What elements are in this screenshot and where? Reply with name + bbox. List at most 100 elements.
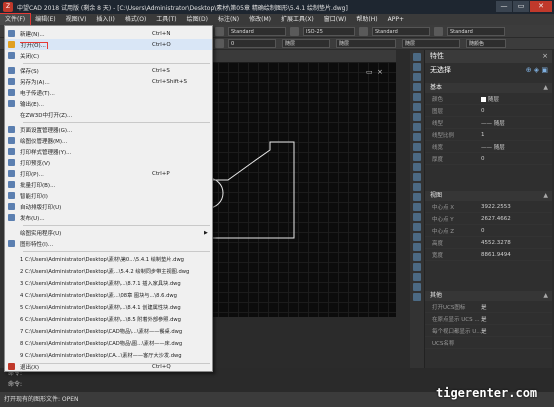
prop-row-ucs-icon[interactable]: 打开UCS图标 是: [425, 301, 552, 313]
menu-item-print-preview[interactable]: 打印预览(V): [5, 157, 212, 168]
break-icon[interactable]: [413, 183, 421, 191]
prop-row-center-y[interactable]: 中心点 Y 2627.4662: [425, 213, 552, 225]
multileader-style-icon[interactable]: [434, 26, 443, 36]
menu-help[interactable]: 帮助(H): [351, 14, 382, 25]
menu-file[interactable]: 文件(F): [0, 13, 32, 26]
join-icon[interactable]: [413, 193, 421, 201]
recent-file-item[interactable]: 1 C:\Users\Administrator\Desktop\素材\第0..…: [5, 254, 212, 265]
recent-file-item[interactable]: 2 C:\Users\Administrator\Desktop\素...\5.…: [5, 266, 212, 277]
maximize-button[interactable]: ▭: [513, 1, 529, 12]
layer-icon[interactable]: [413, 63, 421, 71]
multileader-style-dropdown[interactable]: Standard: [447, 26, 505, 36]
menu-item-publish[interactable]: 发布(U)...: [5, 212, 212, 223]
menu-item-etransmit[interactable]: 电子传递(T)...: [5, 87, 212, 98]
menu-modify[interactable]: 修改(M): [244, 14, 276, 25]
menu-view[interactable]: 视图(V): [61, 14, 92, 25]
menu-item-open-in-zw3d[interactable]: 在ZW3D中打开(Z)...: [5, 109, 212, 120]
chamfer-icon[interactable]: [413, 203, 421, 211]
dim-style-dropdown[interactable]: ISO-25: [303, 26, 355, 36]
trim-icon[interactable]: [413, 163, 421, 171]
plotstyle-dropdown[interactable]: 随颜色: [466, 39, 506, 48]
prop-row-width[interactable]: 宽度 8861.9494: [425, 249, 552, 261]
prop-row-color[interactable]: 颜色 随层: [425, 93, 552, 105]
quick-select-icon[interactable]: ⊕ ◈ ▣: [526, 63, 548, 77]
menu-item-batch-print[interactable]: 批量打印(B)...: [5, 179, 212, 190]
move-icon[interactable]: [413, 123, 421, 131]
linetype-dropdown[interactable]: 随层: [336, 39, 396, 48]
close-drawing-icon[interactable]: ×: [377, 69, 384, 76]
section-misc[interactable]: 其他 ▲: [425, 291, 552, 301]
stretch-icon[interactable]: [413, 153, 421, 161]
recent-file-item[interactable]: 8 C:\Users\Administrator\Desktop\CAD物品\图…: [5, 338, 212, 349]
copy-icon[interactable]: [413, 83, 421, 91]
mirror-icon[interactable]: [413, 93, 421, 101]
close-button[interactable]: ✕: [530, 1, 552, 12]
menu-item-auto-layout-print[interactable]: 自动排版打印(U): [5, 201, 212, 212]
menu-dimension[interactable]: 标注(N): [213, 14, 244, 25]
menu-item-print[interactable]: 打印(P)... Ctrl+P: [5, 168, 212, 179]
prop-row-center-z[interactable]: 中心点 Z 0: [425, 225, 552, 237]
minimize-button[interactable]: —: [496, 1, 512, 12]
menu-item-new[interactable]: 新建(N)... Ctrl+N: [5, 28, 212, 39]
layer-manager-icon[interactable]: [215, 39, 224, 48]
menu-item-save[interactable]: 保存(S) Ctrl+S: [5, 65, 212, 76]
layer-dropdown[interactable]: 0: [228, 39, 276, 48]
pencil-icon[interactable]: [413, 53, 421, 61]
menu-item-plotter-manager[interactable]: 绘图仪管理器(M)...: [5, 135, 212, 146]
menu-item-open[interactable]: 打开(O)... Ctrl+O: [5, 39, 212, 50]
dimension-icon[interactable]: [413, 253, 421, 261]
match-properties-icon[interactable]: [413, 243, 421, 251]
text-style-dropdown[interactable]: Standard: [228, 26, 286, 36]
recent-file-item[interactable]: 9 C:\Users\Administrator\Desktop\CA...\素…: [5, 350, 212, 361]
prop-row-linetype-scale[interactable]: 线型比例 1: [425, 129, 552, 141]
block-icon[interactable]: [413, 283, 421, 291]
section-view[interactable]: 视图 ▲: [425, 191, 552, 201]
prop-row-ucs-per-viewport[interactable]: 每个视口都显示 U... 是: [425, 325, 552, 337]
text-icon[interactable]: [413, 263, 421, 271]
table-style-dropdown[interactable]: Standard: [372, 26, 430, 36]
menu-item-exit[interactable]: 退出(X) Ctrl+Q: [5, 361, 212, 372]
menu-tools[interactable]: 工具(T): [151, 14, 181, 25]
menu-item-drawing-properties[interactable]: 图形特性(I)...: [5, 238, 212, 249]
insert-icon[interactable]: [413, 293, 421, 301]
hatch-icon[interactable]: [413, 273, 421, 281]
menu-item-export[interactable]: 输出(E)...: [5, 98, 212, 109]
explode-icon[interactable]: [413, 223, 421, 231]
array-icon[interactable]: [413, 113, 421, 121]
app-logo-icon[interactable]: Z: [3, 2, 13, 12]
recent-file-item[interactable]: 7 C:\Users\Administrator\Desktop\CAD物品\.…: [5, 326, 212, 337]
extend-icon[interactable]: [413, 173, 421, 181]
prop-row-ucs-origin[interactable]: 在原点显示 UCS ... 是: [425, 313, 552, 325]
prop-row-lineweight[interactable]: 线宽 —— 随层: [425, 141, 552, 153]
rotate-icon[interactable]: [413, 133, 421, 141]
prop-row-linetype[interactable]: 线型 —— 随层: [425, 117, 552, 129]
prop-row-height[interactable]: 高度 4552.3278: [425, 237, 552, 249]
offset-icon[interactable]: [413, 103, 421, 111]
menu-insert[interactable]: 插入(I): [91, 14, 119, 25]
dim-style-icon[interactable]: [290, 26, 299, 36]
erase-icon[interactable]: [413, 73, 421, 81]
recent-file-item[interactable]: 3 C:\Users\Administrator\Desktop\素材\...\…: [5, 278, 212, 289]
prop-row-layer[interactable]: 图层 0: [425, 105, 552, 117]
properties-icon[interactable]: [413, 233, 421, 241]
menu-format[interactable]: 格式(O): [120, 14, 151, 25]
prop-row-center-x[interactable]: 中心点 X 3922.2553: [425, 201, 552, 213]
recent-file-item[interactable]: 5 C:\Users\Administrator\Desktop\素材\...\…: [5, 302, 212, 313]
menu-item-close[interactable]: 关闭(C): [5, 50, 212, 61]
table-style-icon[interactable]: [359, 26, 368, 36]
scale-icon[interactable]: [413, 143, 421, 151]
menu-express-tools[interactable]: 扩展工具(X): [276, 14, 319, 25]
color-dropdown[interactable]: 随层: [282, 39, 330, 48]
prop-row-thickness[interactable]: 厚度 0: [425, 153, 552, 165]
menu-item-save-as[interactable]: 另存为(A)... Ctrl+Shift+S: [5, 76, 212, 87]
restore-drawing-icon[interactable]: ▭: [366, 69, 373, 76]
menu-window[interactable]: 窗口(W): [319, 14, 352, 25]
menu-app-plus[interactable]: APP+: [383, 14, 409, 25]
menu-draw[interactable]: 绘图(D): [182, 14, 213, 25]
section-general[interactable]: 基本 ▲: [425, 83, 552, 93]
close-panel-icon[interactable]: ×: [542, 50, 548, 63]
prop-row-ucs-name[interactable]: UCS名称: [425, 337, 552, 349]
fillet-icon[interactable]: [413, 213, 421, 221]
menu-item-page-setup[interactable]: 页面设置管理器(G)...: [5, 124, 212, 135]
lineweight-dropdown[interactable]: 随层: [402, 39, 460, 48]
